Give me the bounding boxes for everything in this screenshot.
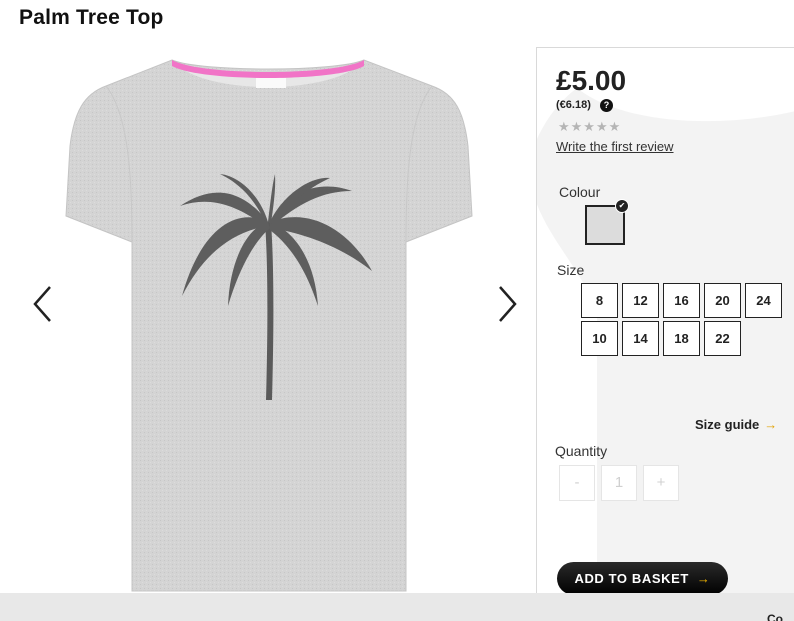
previous-image-button[interactable] bbox=[28, 284, 58, 324]
write-review-link[interactable]: Write the first review bbox=[556, 139, 674, 154]
purchase-panel: £5.00 (€6.18) ? ★★★★★ Write the first re… bbox=[536, 47, 794, 597]
footer-text[interactable]: Co bbox=[767, 612, 783, 621]
size-option-8[interactable]: 8 bbox=[581, 283, 618, 318]
next-image-button[interactable] bbox=[492, 284, 522, 324]
size-option-10[interactable]: 10 bbox=[581, 321, 618, 356]
size-guide-link[interactable]: Size guide → bbox=[695, 417, 777, 432]
size-option-18[interactable]: 18 bbox=[663, 321, 700, 356]
footer-bar bbox=[0, 593, 794, 621]
question-circle-icon[interactable]: ? bbox=[600, 99, 613, 112]
size-option-12[interactable]: 12 bbox=[622, 283, 659, 318]
add-to-basket-button[interactable]: ADD TO BASKET → bbox=[557, 562, 728, 595]
quantity-decrease-button[interactable]: - bbox=[559, 465, 595, 501]
arrow-right-icon: → bbox=[764, 417, 778, 432]
colour-label: Colour bbox=[559, 184, 601, 200]
rating-stars: ★★★★★ bbox=[558, 119, 622, 134]
quantity-label: Quantity bbox=[555, 443, 608, 459]
size-option-14[interactable]: 14 bbox=[622, 321, 659, 356]
size-label: Size bbox=[557, 262, 585, 278]
quantity-input[interactable]: 1 bbox=[601, 465, 637, 501]
chevron-right-icon bbox=[499, 286, 517, 322]
price: £5.00 bbox=[556, 65, 627, 96]
size-option-24[interactable]: 24 bbox=[745, 283, 782, 318]
size-option-16[interactable]: 16 bbox=[663, 283, 700, 318]
quantity-increase-button[interactable]: + bbox=[643, 465, 679, 501]
arrow-right-icon: → bbox=[696, 571, 711, 586]
size-option-22[interactable]: 22 bbox=[704, 321, 741, 356]
chevron-left-icon bbox=[33, 286, 51, 322]
size-guide-label: Size guide bbox=[695, 417, 760, 432]
alternate-currency-price: (€6.18) bbox=[556, 99, 591, 111]
size-option-20[interactable]: 20 bbox=[704, 283, 741, 318]
checkmark-icon: ✔ bbox=[615, 199, 629, 213]
product-title: Palm Tree Top bbox=[19, 6, 164, 29]
product-image bbox=[60, 56, 480, 596]
add-to-basket-label: ADD TO BASKET bbox=[574, 571, 689, 586]
